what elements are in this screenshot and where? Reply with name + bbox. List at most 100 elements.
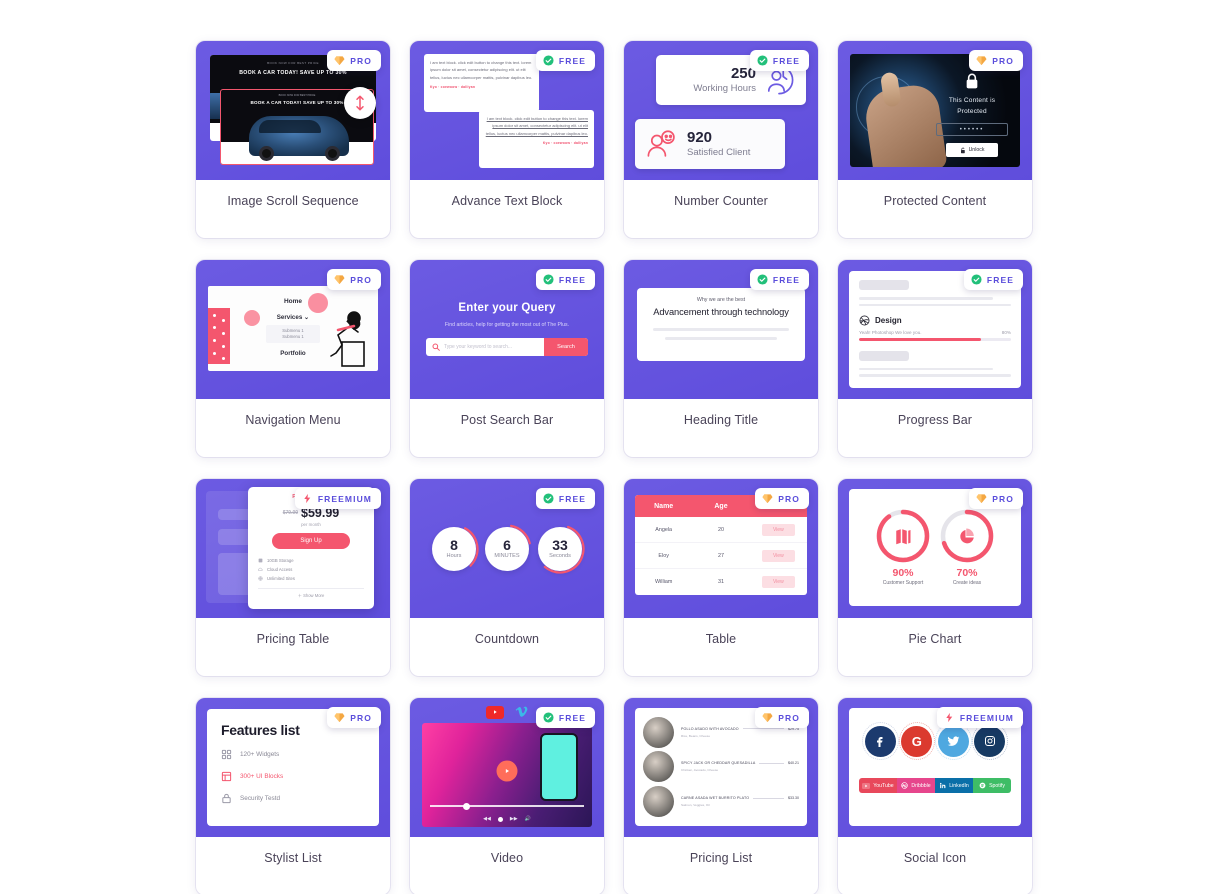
badge-label: PRO bbox=[992, 55, 1014, 66]
progress-percent: 80% bbox=[1001, 330, 1011, 335]
card-image-scroll-sequence[interactable]: PRO BOOK NOW FOR BEST PRICE BOOK A CAR T… bbox=[196, 41, 390, 238]
diamond-icon bbox=[976, 494, 987, 504]
submenu-item[interactable]: Submenu 1 bbox=[266, 334, 320, 340]
card-pricing-list[interactable]: PRO POLLO ASADO WITH AVOCADO $29.75 Rice,… bbox=[624, 698, 818, 894]
card-heading-title[interactable]: FREE Why we are the best Advancement thr… bbox=[624, 260, 818, 457]
spotify-bar-button[interactable]: Spotify bbox=[973, 778, 1011, 793]
video-progress-track[interactable] bbox=[430, 805, 584, 807]
nav-submenu: Submenu 1 Submenu 1 bbox=[266, 325, 320, 343]
feature-label: Security Testd bbox=[240, 795, 281, 802]
card-thumbnail[interactable]: FREE Enter your Query Find articles, hel… bbox=[410, 260, 604, 399]
card-post-search-bar[interactable]: FREE Enter your Query Find articles, hel… bbox=[410, 260, 604, 457]
card-thumbnail[interactable]: PRO Name Age Details Angela 20 View Eloy… bbox=[624, 479, 818, 618]
video-preview-image: ◀◀ ▶▶ 🔊 bbox=[422, 723, 592, 827]
card-number-counter[interactable]: FREE 250 Working Hours 920 Satisfied Cli… bbox=[624, 41, 818, 238]
card-countdown[interactable]: FREE 8 Hours 6 MINUTES 33 Seconds Countd… bbox=[410, 479, 604, 676]
rewind-icon[interactable]: ◀◀ bbox=[483, 816, 491, 822]
linkedin-bar-button[interactable]: LinkedIn bbox=[935, 778, 973, 793]
card-thumbnail[interactable]: FREE Why we are the best Advancement thr… bbox=[624, 260, 818, 399]
card-thumbnail[interactable]: FREE Design Yeah! Photoshop We love you.… bbox=[838, 260, 1032, 399]
card-thumbnail[interactable]: FREE 8 Hours 6 MINUTES 33 Seconds bbox=[410, 479, 604, 618]
password-input[interactable]: •••••• bbox=[936, 123, 1008, 136]
protected-title-line2: Protected bbox=[957, 108, 987, 115]
counter-value: 250 bbox=[730, 65, 756, 82]
dribbble-bar-button[interactable]: Dribbble bbox=[897, 778, 935, 793]
card-advance-text-block[interactable]: FREE I am text block. click edit button … bbox=[410, 41, 604, 238]
card-thumbnail[interactable]: PRO 90% Customer Support 70% Create idea… bbox=[838, 479, 1032, 618]
diamond-icon bbox=[762, 494, 773, 504]
pause-icon[interactable] bbox=[497, 816, 503, 822]
volume-icon[interactable]: 🔊 bbox=[525, 816, 531, 822]
search-subtitle: Find articles, help for getting the most… bbox=[444, 322, 570, 328]
card-video[interactable]: FREE ◀◀ ▶▶ 🔊 Video bbox=[410, 698, 604, 894]
card-thumbnail[interactable]: FREEMIUM PREMIUM $79.00$59.99 per month … bbox=[196, 479, 390, 618]
card-social-icon[interactable]: FREEMIUM G YouTube Dribbble LinkedIn Spo… bbox=[838, 698, 1032, 894]
unlock-button[interactable]: Unlock bbox=[946, 143, 998, 157]
card-thumbnail[interactable]: FREE ◀◀ ▶▶ 🔊 bbox=[410, 698, 604, 837]
forward-icon[interactable]: ▶▶ bbox=[510, 816, 518, 822]
vertical-scroll-arrows-icon[interactable] bbox=[344, 87, 376, 119]
countdown-unit: 33 Seconds bbox=[535, 523, 585, 574]
progress-title: Design bbox=[875, 316, 902, 325]
card-thumbnail[interactable]: FREEMIUM G YouTube Dribbble LinkedIn Spo… bbox=[838, 698, 1032, 837]
badge-label: FREE bbox=[558, 493, 586, 504]
video-controls[interactable]: ◀◀ ▶▶ 🔊 bbox=[422, 816, 592, 822]
card-title: Video bbox=[490, 850, 524, 865]
check-circle-icon bbox=[543, 274, 554, 285]
card-navigation-menu[interactable]: PRO Home Services ⌄ Submenu 1 Submenu 1 bbox=[196, 260, 390, 457]
check-circle-icon bbox=[971, 274, 982, 285]
heading-eyebrow: Why we are the best bbox=[696, 297, 746, 303]
facebook-button[interactable] bbox=[862, 722, 899, 760]
feature-label: 300+ UI Blocks bbox=[240, 773, 284, 780]
view-button[interactable]: View bbox=[761, 549, 795, 562]
card-protected-content[interactable]: PRO This Content is Protected •••••• Unl… bbox=[838, 41, 1032, 238]
table-row: Eloy 27 View bbox=[635, 543, 807, 569]
unlock-icon bbox=[960, 147, 965, 153]
card-pie-chart[interactable]: PRO 90% Customer Support 70% Create idea… bbox=[838, 479, 1032, 676]
card-table[interactable]: PRO Name Age Details Angela 20 View Eloy… bbox=[624, 479, 818, 676]
countdown-unit: 6 MINUTES bbox=[482, 523, 532, 574]
sign-up-button[interactable]: Sign Up bbox=[272, 533, 350, 549]
search-input[interactable]: Type your keyword to search... bbox=[440, 344, 544, 350]
view-button[interactable]: View bbox=[761, 576, 795, 588]
card-stylist-list[interactable]: PRO Features list 120+ Widgets 300+ UI B… bbox=[196, 698, 390, 894]
feature-label: 10GB Storage bbox=[267, 558, 294, 563]
cell-name: Eloy bbox=[658, 552, 669, 559]
card-pricing-table[interactable]: FREEMIUM PREMIUM $79.00$59.99 per month … bbox=[196, 479, 390, 676]
card-thumbnail[interactable]: PRO Home Services ⌄ Submenu 1 Submenu 1 bbox=[196, 260, 390, 399]
badge-label: PRO bbox=[350, 55, 372, 66]
feature-row: Security Testd bbox=[221, 793, 365, 804]
badge-label: PRO bbox=[778, 712, 800, 723]
countdown-ring bbox=[535, 523, 585, 574]
card-thumbnail[interactable]: PRO Features list 120+ Widgets 300+ UI B… bbox=[196, 698, 390, 837]
view-button[interactable]: View bbox=[761, 523, 795, 536]
card-thumbnail[interactable]: PRO POLLO ASADO WITH AVOCADO $29.75 Rice,… bbox=[624, 698, 818, 837]
flash-icon bbox=[304, 493, 311, 504]
card-title: Protected Content bbox=[883, 193, 987, 208]
dribbble-icon bbox=[901, 782, 909, 789]
card-thumbnail[interactable]: FREE 250 Working Hours 920 Satisfied Cli… bbox=[624, 41, 818, 180]
badge-free: FREE bbox=[535, 488, 595, 509]
video-progress-knob[interactable] bbox=[462, 803, 470, 810]
vimeo-icon[interactable] bbox=[513, 705, 529, 719]
storage-icon bbox=[258, 558, 263, 563]
card-progress-bar[interactable]: FREE Design Yeah! Photoshop We love you.… bbox=[838, 260, 1032, 457]
card-title: Pricing List bbox=[689, 850, 753, 865]
check-circle-icon bbox=[757, 274, 768, 285]
show-more-button[interactable]: ＋ Show More bbox=[258, 588, 364, 599]
card-thumbnail[interactable]: PRO This Content is Protected •••••• Unl… bbox=[838, 41, 1032, 180]
search-button[interactable]: Search bbox=[544, 338, 588, 356]
badge-pro: PRO bbox=[327, 269, 381, 290]
nav-preview-panel: Home Services ⌄ Submenu 1 Submenu 1 Port… bbox=[208, 286, 378, 371]
play-icon[interactable] bbox=[496, 760, 518, 782]
youtube-icon[interactable] bbox=[485, 705, 504, 719]
search-bar[interactable]: Type your keyword to search... Search bbox=[426, 338, 588, 356]
cell-name: Angela bbox=[655, 526, 673, 533]
text-block-one: I am text block. click edit button to ch… bbox=[424, 54, 539, 112]
card-title: Progress Bar bbox=[897, 412, 973, 427]
google-button[interactable]: G bbox=[898, 722, 935, 760]
card-thumbnail[interactable]: FREE I am text block. click edit button … bbox=[410, 41, 604, 180]
youtube-bar-button[interactable]: YouTube bbox=[859, 778, 897, 793]
linkedin-icon bbox=[940, 782, 946, 789]
card-thumbnail[interactable]: PRO BOOK NOW FOR BEST PRICE BOOK A CAR T… bbox=[196, 41, 390, 180]
